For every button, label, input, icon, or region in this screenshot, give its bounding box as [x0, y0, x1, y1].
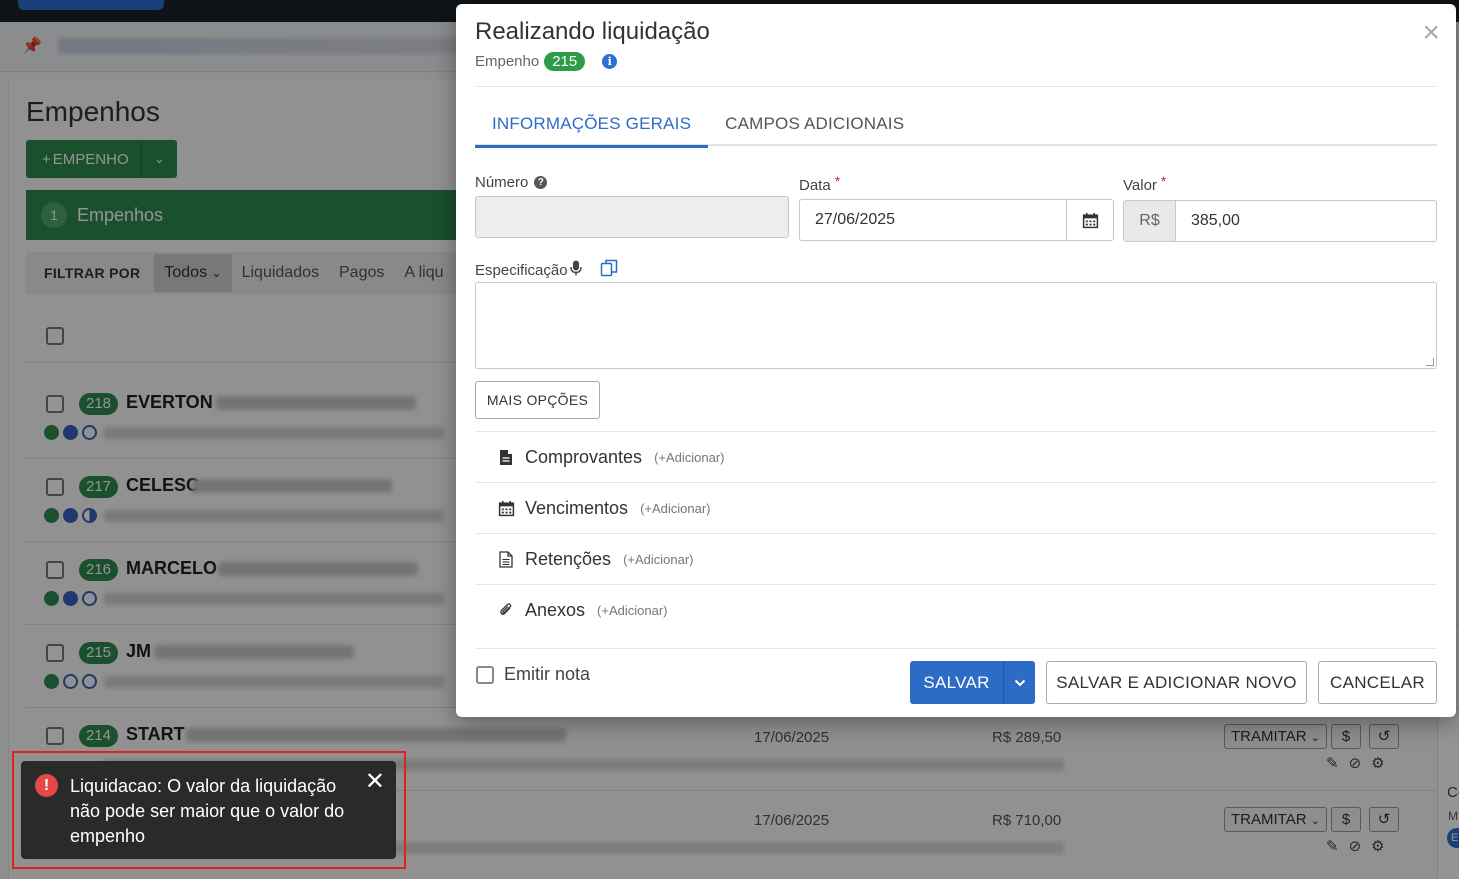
empenho-label: Empenho [475, 53, 540, 70]
modal-subtitle: Empenho 215 i [475, 52, 618, 71]
error-toast: ! Liquidacao: O valor da liquidação não … [21, 761, 396, 859]
section-vencimentos-label: Vencimentos [525, 497, 629, 518]
add-vencimento-link[interactable]: (+Adicionar) [640, 501, 710, 516]
divider [475, 648, 1437, 649]
valor-label-text: Valor [1123, 177, 1157, 194]
section-retencoes-label: Retenções [525, 548, 612, 569]
valor-label: Valor * [1123, 173, 1166, 195]
save-and-add-new-button[interactable]: SALVAR E ADICIONAR NOVO [1046, 661, 1307, 704]
add-comprovante-link[interactable]: (+Adicionar) [654, 450, 724, 465]
save-button[interactable]: SALVAR [910, 661, 1003, 704]
tab-campos-adicionais[interactable]: CAMPOS ADICIONAIS [708, 102, 921, 146]
microphone-icon[interactable] [569, 260, 582, 280]
data-label-text: Data [799, 177, 831, 194]
more-options-button[interactable]: MAIS OPÇÕES [475, 381, 600, 419]
divider [475, 86, 1437, 87]
modal-title: Realizando liquidação [475, 18, 710, 45]
especificacao-label: Especificação [475, 259, 618, 281]
copy-icon[interactable] [600, 259, 618, 281]
section-vencimentos[interactable]: Vencimentos (+Adicionar) [475, 482, 1437, 533]
currency-prefix: R$ [1123, 200, 1176, 242]
calendar-icon [497, 500, 515, 517]
especificacao-textarea[interactable] [475, 282, 1437, 369]
resize-handle[interactable] [1426, 358, 1434, 366]
checkbox[interactable] [476, 665, 494, 684]
valor-field[interactable]: 385,00 [1175, 200, 1437, 242]
close-icon[interactable]: ✕ [365, 767, 385, 796]
section-comprovantes-label: Comprovantes [525, 446, 643, 467]
required-asterisk: * [1160, 172, 1167, 189]
empenho-number-badge: 215 [544, 52, 586, 71]
paperclip-icon [497, 602, 515, 618]
numero-label-text: Número [475, 174, 529, 191]
save-options-dropdown[interactable] [1003, 661, 1035, 704]
section-comprovantes[interactable]: Comprovantes (+Adicionar) [475, 431, 1437, 482]
data-field[interactable]: 27/06/2025 [799, 199, 1067, 241]
emitir-nota-label: Emitir nota [504, 664, 591, 684]
add-retencao-link[interactable]: (+Adicionar) [623, 552, 693, 567]
cancel-button[interactable]: CANCELAR [1318, 661, 1437, 704]
info-icon[interactable]: i [602, 54, 618, 69]
especificacao-label-text: Especificação [475, 261, 568, 279]
tab-informacoes-gerais[interactable]: INFORMAÇÕES GERAIS [475, 102, 709, 148]
modal-tabs: INFORMAÇÕES GERAIS CAMPOS ADICIONAIS [475, 102, 1437, 148]
question-icon[interactable]: ? [534, 176, 548, 189]
numero-field[interactable] [475, 196, 789, 238]
data-label: Data * [799, 173, 840, 195]
section-retencoes[interactable]: Retenções (+Adicionar) [475, 533, 1437, 584]
calendar-icon[interactable] [1067, 199, 1114, 241]
error-icon: ! [35, 774, 58, 797]
required-asterisk: * [834, 172, 841, 189]
liquidacao-modal: × Realizando liquidação Empenho 215 i IN… [456, 4, 1456, 717]
chevron-down-icon [1014, 679, 1025, 686]
document-icon [497, 550, 515, 568]
numero-label: Número ? [475, 174, 548, 191]
add-anexo-link[interactable]: (+Adicionar) [597, 603, 667, 618]
section-anexos-label: Anexos [525, 599, 586, 620]
close-icon[interactable]: × [1422, 18, 1440, 48]
emitir-nota-checkbox[interactable]: Emitir nota [476, 664, 590, 685]
toast-message: Liquidacao: O valor da liquidação não po… [70, 776, 345, 846]
section-anexos[interactable]: Anexos (+Adicionar) [475, 584, 1437, 635]
file-icon [497, 449, 515, 466]
